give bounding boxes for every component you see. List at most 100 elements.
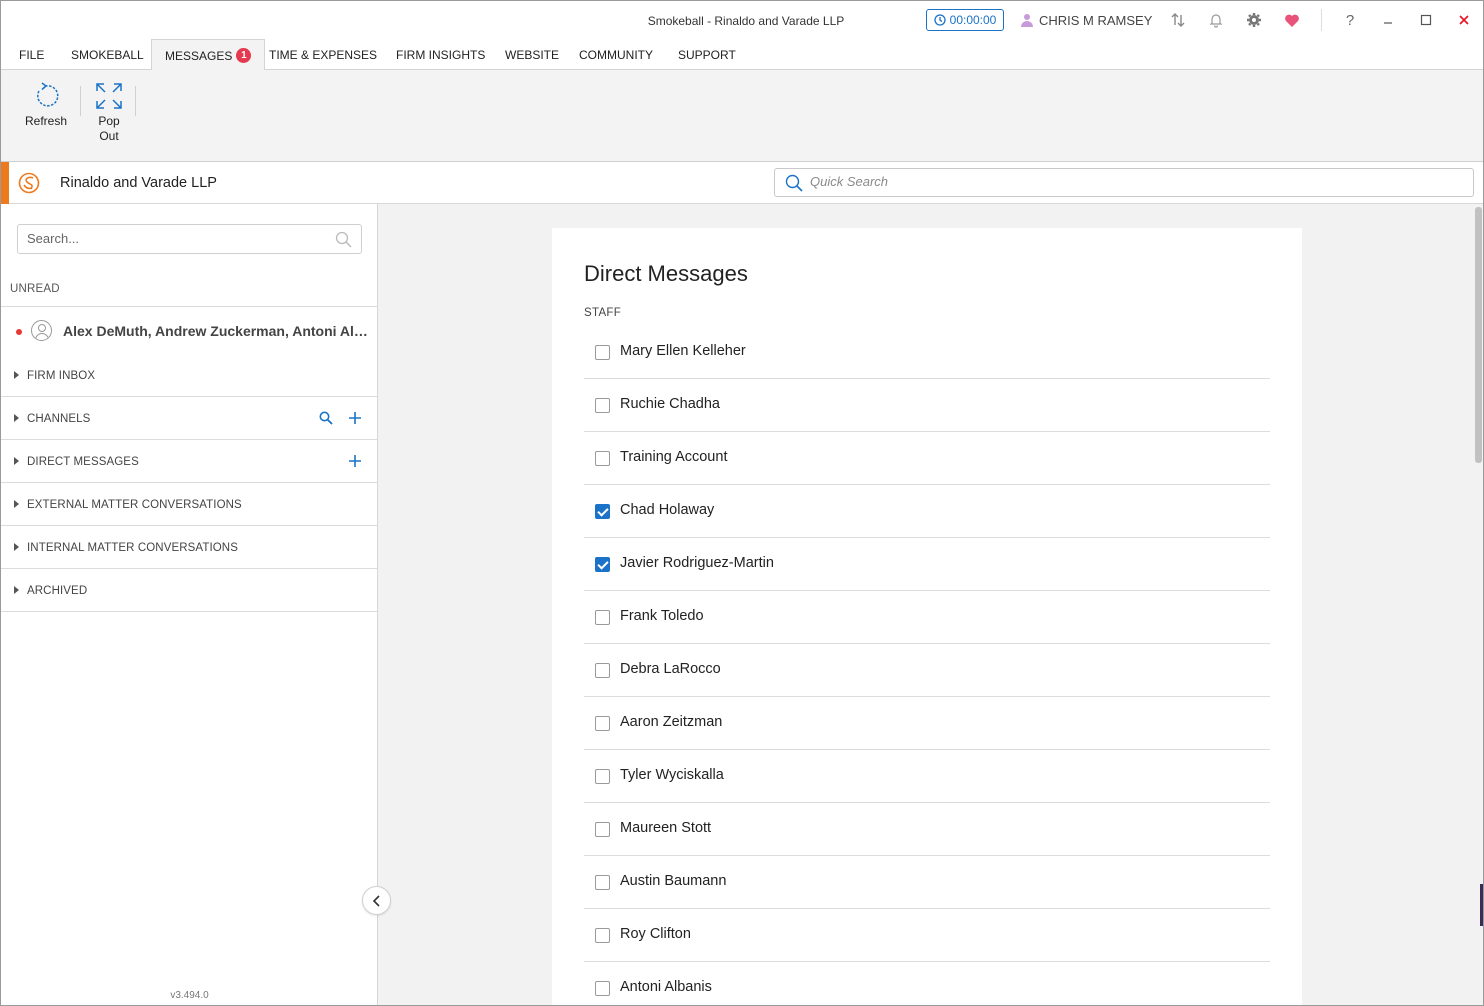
staff-name: Frank Toledo xyxy=(620,608,704,624)
menu-time-expenses[interactable]: TIME & EXPENSES xyxy=(269,39,377,70)
avatar-icon xyxy=(31,320,52,341)
clock-icon xyxy=(933,14,946,26)
maximize-icon[interactable] xyxy=(1416,10,1436,30)
close-icon[interactable] xyxy=(1454,10,1474,30)
unread-conversation-title: Alex DeMuth, Andrew Zuckerman, Antoni Al… xyxy=(63,323,368,339)
staff-name: Roy Clifton xyxy=(620,926,691,942)
staff-row[interactable]: Maureen Stott xyxy=(584,803,1270,856)
staff-row[interactable]: Aaron Zeitzman xyxy=(584,697,1270,750)
caret-right-icon xyxy=(14,500,19,508)
pop-out-button[interactable]: Pop Out xyxy=(94,82,124,144)
staff-checkbox[interactable] xyxy=(595,557,610,572)
quick-search[interactable] xyxy=(774,168,1474,197)
section-label: FIRM INBOX xyxy=(27,370,96,382)
search-channels-icon[interactable] xyxy=(317,409,335,427)
staff-checkbox[interactable] xyxy=(595,928,610,943)
staff-name: Mary Ellen Kelleher xyxy=(620,343,746,359)
section-channels[interactable]: CHANNELS xyxy=(1,397,377,440)
staff-checkbox[interactable] xyxy=(595,610,610,625)
staff-row[interactable]: Training Account xyxy=(584,432,1270,485)
staff-checkbox[interactable] xyxy=(595,769,610,784)
section-direct-messages[interactable]: DIRECT MESSAGES xyxy=(1,440,377,483)
refresh-button[interactable]: Refresh xyxy=(24,82,68,129)
sidebar-search-input[interactable] xyxy=(27,231,327,246)
collapse-sidebar-button[interactable] xyxy=(362,886,391,915)
add-channel-icon[interactable] xyxy=(346,409,364,427)
staff-name: Maureen Stott xyxy=(620,820,712,836)
section-label: CHANNELS xyxy=(27,413,91,425)
staff-checkbox[interactable] xyxy=(595,822,610,837)
titlebar-divider xyxy=(1321,9,1322,31)
app-window: Smokeball - Rinaldo and Varade LLP 00:00… xyxy=(0,0,1484,1006)
expand-icon xyxy=(96,83,122,109)
timer-value: 00:00:00 xyxy=(949,13,997,27)
staff-row[interactable]: Javier Rodriguez-Martin xyxy=(584,538,1270,591)
staff-name: Antoni Albanis xyxy=(620,979,712,995)
staff-checkbox[interactable] xyxy=(595,398,610,413)
edge-tab[interactable] xyxy=(1480,884,1483,926)
staff-row[interactable]: Roy Clifton xyxy=(584,909,1270,962)
section-label: EXTERNAL MATTER CONVERSATIONS xyxy=(27,499,242,511)
sync-icon[interactable] xyxy=(1168,10,1188,30)
section-archived[interactable]: ARCHIVED xyxy=(1,569,377,612)
staff-name: Ruchie Chadha xyxy=(620,396,720,412)
section-internal-matter-conversations[interactable]: INTERNAL MATTER CONVERSATIONS xyxy=(1,526,377,569)
minimize-icon[interactable] xyxy=(1378,10,1398,30)
bell-icon[interactable] xyxy=(1206,10,1226,30)
menu-file[interactable]: FILE xyxy=(19,39,44,70)
help-icon[interactable]: ? xyxy=(1340,10,1360,30)
refresh-label: Refresh xyxy=(24,114,68,128)
staff-checkbox[interactable] xyxy=(595,875,610,890)
ribbon-divider xyxy=(80,86,81,116)
ribbon-divider xyxy=(135,86,136,116)
pop-out-label: Pop Out xyxy=(98,114,120,143)
staff-checkbox[interactable] xyxy=(595,451,610,466)
menu-bar: FILE SMOKEBALL MESSAGES 1 TIME & EXPENSE… xyxy=(1,39,1483,71)
staff-checkbox[interactable] xyxy=(595,504,610,519)
sidebar: UNREAD Alex DeMuth, Andrew Zuckerman, An… xyxy=(1,204,378,1005)
staff-row[interactable]: Antoni Albanis xyxy=(584,962,1270,1005)
search-icon xyxy=(785,174,803,192)
user-menu[interactable]: CHRIS M RAMSEY xyxy=(1021,13,1152,28)
caret-right-icon xyxy=(14,457,19,465)
staff-row[interactable]: Ruchie Chadha xyxy=(584,379,1270,432)
staff-checkbox[interactable] xyxy=(595,663,610,678)
staff-row[interactable]: Chad Holaway xyxy=(584,485,1270,538)
staff-name: Debra LaRocco xyxy=(620,661,721,677)
sidebar-search[interactable] xyxy=(17,224,362,254)
menu-firm-insights[interactable]: FIRM INSIGHTS xyxy=(396,39,485,70)
timer-button[interactable]: 00:00:00 xyxy=(926,9,1004,31)
staff-row[interactable]: Mary Ellen Kelleher xyxy=(584,326,1270,379)
unread-dot xyxy=(16,329,22,335)
staff-row[interactable]: Austin Baumann xyxy=(584,856,1270,909)
staff-name: Training Account xyxy=(620,449,728,465)
staff-name: Austin Baumann xyxy=(620,873,727,889)
staff-row[interactable]: Debra LaRocco xyxy=(584,644,1270,697)
menu-support[interactable]: SUPPORT xyxy=(678,39,736,70)
unread-conversation[interactable]: Alex DeMuth, Andrew Zuckerman, Antoni Al… xyxy=(1,306,377,354)
user-name: CHRIS M RAMSEY xyxy=(1039,13,1153,28)
staff-row[interactable]: Frank Toledo xyxy=(584,591,1270,644)
menu-website[interactable]: WEBSITE xyxy=(505,39,559,70)
menu-smokeball[interactable]: SMOKEBALL xyxy=(71,39,144,70)
refresh-icon xyxy=(37,82,59,107)
menu-community[interactable]: COMMUNITY xyxy=(579,39,653,70)
section-label: DIRECT MESSAGES xyxy=(27,456,139,468)
gear-icon[interactable] xyxy=(1244,10,1264,30)
quick-search-input[interactable] xyxy=(810,174,1450,189)
section-external-matter-conversations[interactable]: EXTERNAL MATTER CONVERSATIONS xyxy=(1,483,377,526)
scrollbar-thumb[interactable] xyxy=(1475,207,1482,463)
section-label: ARCHIVED xyxy=(27,585,88,597)
heart-icon[interactable] xyxy=(1282,10,1302,30)
staff-checkbox[interactable] xyxy=(595,345,610,360)
menu-messages[interactable]: MESSAGES 1 xyxy=(151,39,266,71)
add-direct-message-icon[interactable] xyxy=(346,452,364,470)
caret-right-icon xyxy=(14,586,19,594)
menu-messages-label: MESSAGES xyxy=(165,48,233,63)
section-label: INTERNAL MATTER CONVERSATIONS xyxy=(27,542,238,554)
unread-label: UNREAD xyxy=(10,283,60,295)
staff-checkbox[interactable] xyxy=(595,981,610,996)
staff-checkbox[interactable] xyxy=(595,716,610,731)
section-firm-inbox[interactable]: FIRM INBOX xyxy=(1,354,377,397)
staff-row[interactable]: Tyler Wyciskalla xyxy=(584,750,1270,803)
